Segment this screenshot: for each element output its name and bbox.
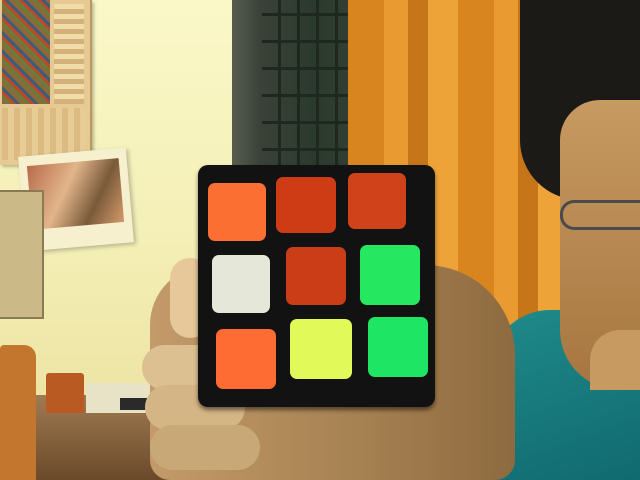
sticker-middle-left bbox=[212, 255, 270, 313]
wall-calendar bbox=[0, 0, 92, 165]
wall-frame bbox=[0, 190, 44, 319]
sticker-top-middle bbox=[276, 177, 336, 233]
calendar-picture bbox=[2, 0, 50, 104]
person-neck bbox=[590, 330, 640, 390]
sticker-center bbox=[286, 247, 346, 305]
photo-scene bbox=[0, 0, 640, 480]
sticker-middle-right bbox=[360, 245, 420, 305]
chair bbox=[0, 345, 36, 480]
sticker-top-left bbox=[208, 183, 266, 241]
window-grill bbox=[262, 0, 362, 175]
sticker-bottom-left bbox=[216, 329, 276, 389]
glasses bbox=[560, 200, 640, 230]
rubiks-cube bbox=[198, 165, 435, 407]
cup bbox=[46, 373, 84, 413]
finger bbox=[150, 425, 260, 470]
calendar-grid bbox=[54, 4, 84, 104]
sticker-bottom-middle bbox=[290, 319, 352, 379]
sticker-top-right bbox=[348, 173, 406, 229]
sticker-bottom-right bbox=[368, 317, 428, 377]
